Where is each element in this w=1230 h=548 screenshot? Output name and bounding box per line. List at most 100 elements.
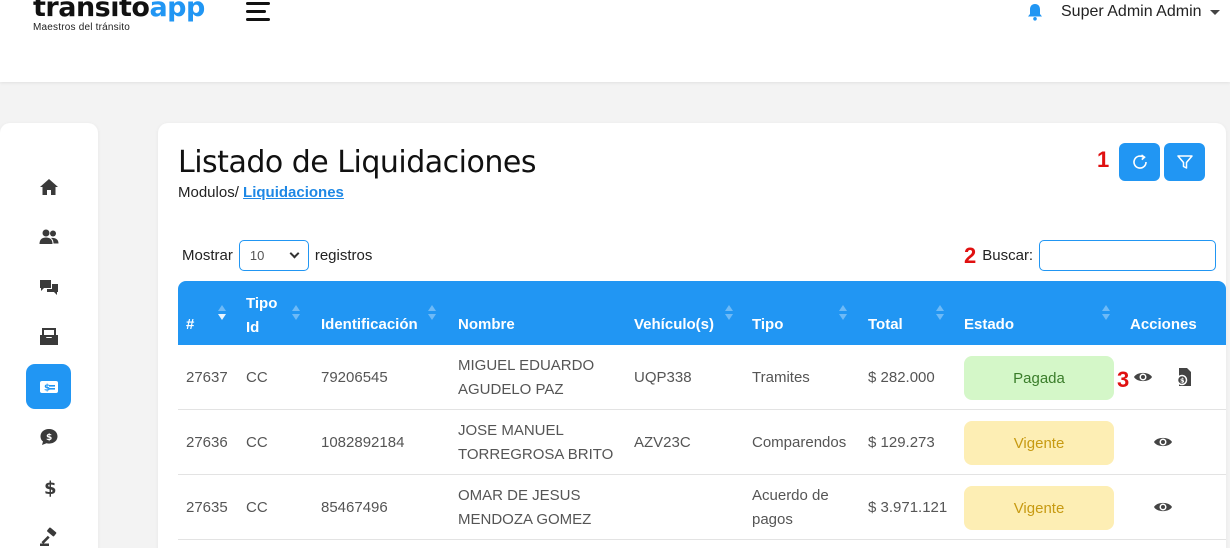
logo-text-1: transito	[33, 0, 150, 23]
status-badge: Vigente	[964, 486, 1114, 530]
cell-vehiculo: AZV23C	[634, 434, 691, 451]
cell-tipo-line1: Acuerdo de	[752, 487, 829, 504]
column-header-nombre[interactable]: Nombre	[458, 316, 515, 333]
sort-icon	[724, 305, 734, 321]
sidebar-item-dollar[interactable]: $	[26, 464, 71, 509]
annotation-marker-1: 1	[1097, 147, 1110, 172]
users-icon	[39, 229, 58, 244]
table-row: 27637 CC 79206545 MIGUEL EDUARDO AGUDELO…	[178, 345, 1226, 410]
breadcrumb-link-liquidaciones[interactable]: Liquidaciones	[243, 184, 344, 201]
annotation-marker-2: 2	[964, 242, 977, 268]
sort-icon	[217, 305, 227, 321]
column-header-estado[interactable]: Estado	[964, 316, 1014, 333]
cell-identificacion: 85467496	[321, 499, 388, 516]
page-length-value: 10	[249, 248, 265, 263]
gavel-icon	[39, 527, 56, 546]
status-badge: Pagada	[964, 356, 1114, 400]
table-row: 27635 CC 85467496 OMAR DE JESUS MENDOZA …	[178, 475, 1226, 540]
home-icon	[39, 178, 58, 195]
chevron-down-icon	[289, 248, 300, 259]
cell-total: $ 129.273	[868, 434, 935, 451]
sidebar: $ $ $	[0, 123, 98, 548]
page-length-select[interactable]: 10	[238, 240, 309, 271]
dollar-icon: $	[44, 478, 57, 497]
file-invoice-icon[interactable]: $	[1176, 367, 1194, 387]
breadcrumb: Modulos/ Liquidaciones	[178, 184, 344, 201]
cell-id: 27637	[186, 369, 228, 386]
top-navbar: transitoapp Maestros del tránsito Super …	[0, 0, 1230, 82]
eye-icon[interactable]	[1153, 499, 1173, 515]
sort-icon	[838, 305, 848, 321]
user-menu[interactable]: Super Admin Admin	[1061, 3, 1220, 21]
filter-icon	[1176, 155, 1193, 169]
caret-down-icon	[1209, 9, 1220, 15]
chat-icon	[39, 279, 58, 295]
cell-tipo-id: CC	[246, 434, 268, 451]
sidebar-item-billing[interactable]: $	[26, 364, 71, 409]
sidebar-item-users[interactable]	[26, 214, 71, 259]
column-header-total[interactable]: Total	[868, 316, 903, 333]
cell-tipo-id: CC	[246, 369, 268, 386]
cell-identificacion: 1082892184	[321, 434, 405, 451]
column-header-vehiculo[interactable]: Vehículo(s)	[634, 316, 714, 333]
cell-tipo-id: CC	[246, 499, 268, 516]
refresh-icon	[1132, 154, 1147, 169]
search-control: 2 Buscar:	[964, 240, 1217, 271]
cell-total: $ 282.000	[868, 369, 935, 386]
sidebar-item-payments-chat[interactable]: $	[26, 414, 71, 459]
records-label: registros	[314, 247, 373, 264]
table-header: # Tipo Id Identificación Nombre Vehículo…	[178, 281, 1226, 345]
column-header-identificacion[interactable]: Identificación	[321, 316, 418, 333]
app-logo[interactable]: transitoapp Maestros del tránsito	[33, 0, 205, 33]
inbox-icon	[39, 327, 58, 345]
cell-nombre-line1: JOSE MANUEL	[458, 422, 564, 439]
search-label: Buscar:	[982, 247, 1034, 264]
column-header-tipo-id[interactable]: Tipo Id	[246, 292, 286, 340]
sidebar-item-inbox[interactable]	[26, 314, 71, 359]
bell-icon[interactable]	[1027, 3, 1043, 21]
sort-icon	[291, 305, 301, 321]
svg-text:$: $	[46, 433, 52, 443]
cell-nombre-line1: OMAR DE JESUS	[458, 487, 581, 504]
logo-text-2: app	[149, 0, 205, 23]
sort-icon	[1101, 305, 1111, 321]
user-name: Super Admin Admin	[1061, 3, 1202, 20]
show-label: Mostrar	[182, 247, 233, 264]
cell-tipo: Comparendos	[752, 434, 847, 451]
cell-vehiculo: UQP338	[634, 369, 692, 386]
sort-icon	[427, 305, 437, 321]
sort-icon	[935, 305, 945, 321]
column-header-number[interactable]: #	[186, 316, 194, 333]
sidebar-item-home[interactable]	[26, 164, 71, 209]
menu-toggle-icon[interactable]	[246, 2, 270, 22]
svg-text:$: $	[1180, 377, 1185, 385]
page-length-control: Mostrar 10 registros	[182, 240, 372, 271]
eye-icon[interactable]	[1133, 369, 1153, 385]
table-row: 27636 CC 1082892184 JOSE MANUEL TORREGRO…	[178, 410, 1226, 475]
filter-button[interactable]	[1164, 143, 1205, 181]
cell-id: 27635	[186, 499, 228, 516]
cell-tipo-line2: pagos	[752, 511, 793, 528]
annotation-marker-3: 3	[1117, 367, 1130, 392]
comment-dollar-icon: $	[40, 428, 57, 445]
cell-nombre-line2: AGUDELO PAZ	[458, 381, 564, 398]
sidebar-item-chat[interactable]	[26, 264, 71, 309]
cell-total: $ 3.971.121	[868, 499, 948, 516]
status-badge: Vigente	[964, 421, 1114, 465]
sidebar-item-gavel[interactable]	[26, 514, 71, 548]
cell-identificacion: 79206545	[321, 369, 388, 386]
refresh-button[interactable]	[1119, 143, 1160, 181]
cell-nombre-line2: MENDOZA GOMEZ	[458, 511, 592, 528]
cell-tipo: Tramites	[752, 369, 810, 386]
eye-icon[interactable]	[1153, 434, 1173, 450]
cell-nombre-line2: TORREGROSA BRITO	[458, 446, 614, 463]
svg-text:$: $	[44, 478, 57, 497]
column-header-tipo[interactable]: Tipo	[752, 316, 783, 333]
cell-nombre-line1: MIGUEL EDUARDO	[458, 357, 595, 374]
cell-id: 27636	[186, 434, 228, 451]
billing-icon: $	[39, 380, 58, 393]
column-header-acciones: Acciones	[1130, 316, 1197, 333]
page-title: Listado de Liquidaciones	[178, 145, 536, 180]
search-input[interactable]	[1039, 240, 1217, 271]
breadcrumb-prefix: Modulos/	[178, 184, 244, 201]
